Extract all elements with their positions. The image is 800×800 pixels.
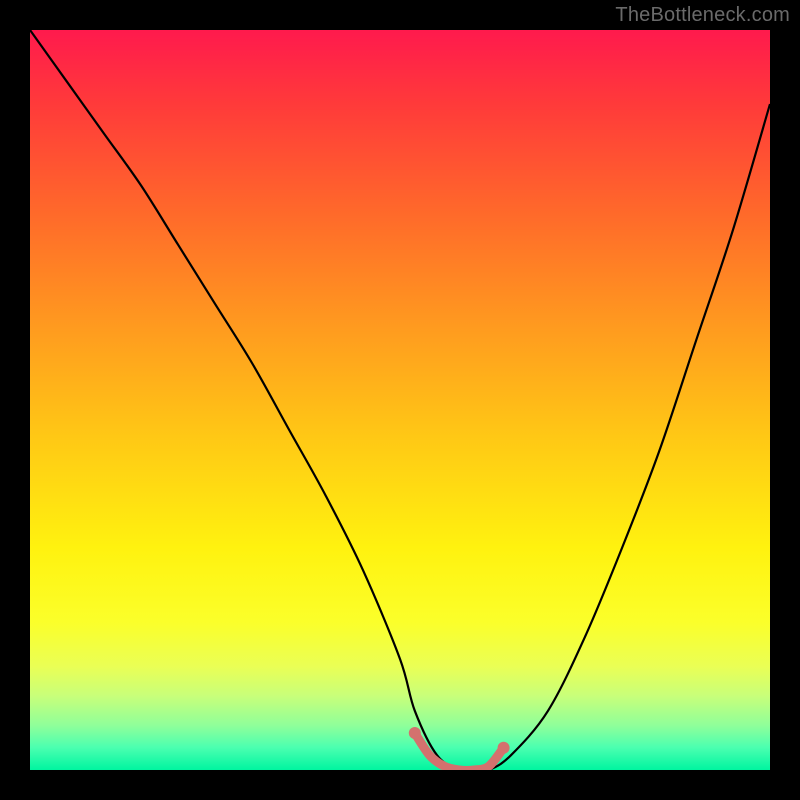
chart-frame: TheBottleneck.com bbox=[0, 0, 800, 800]
heatmap-background bbox=[30, 30, 770, 770]
plot-area bbox=[30, 30, 770, 770]
watermark-text: TheBottleneck.com bbox=[615, 4, 790, 27]
